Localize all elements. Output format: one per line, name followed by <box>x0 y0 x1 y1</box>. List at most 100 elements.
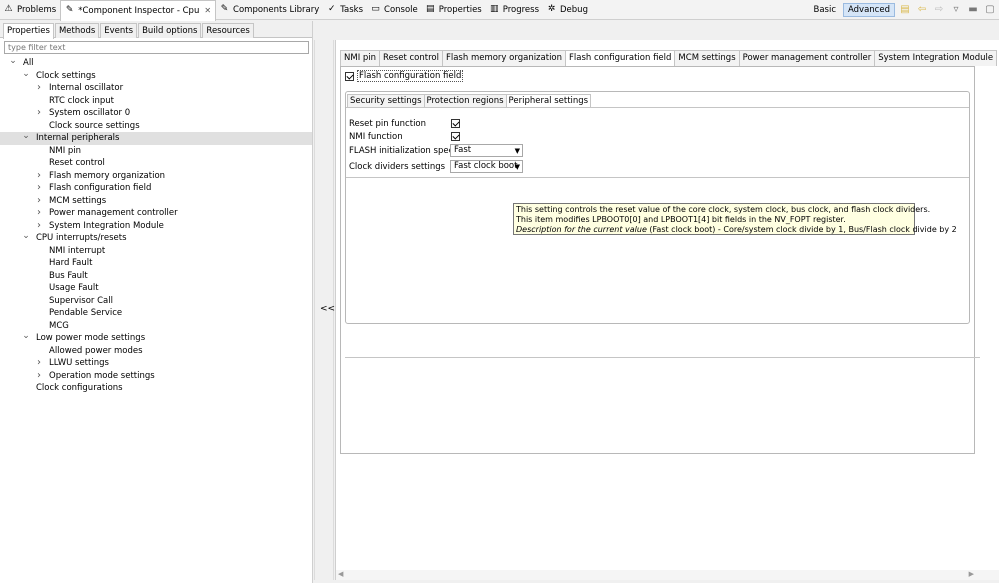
chevron-right-icon[interactable]: › <box>34 182 44 194</box>
chevron-right-icon[interactable]: › <box>34 357 44 369</box>
pane-splitter[interactable]: << <box>314 40 335 580</box>
chevron-right-icon[interactable]: › <box>34 207 44 219</box>
tab-resources[interactable]: Resources <box>202 23 254 38</box>
tree-item-power-management-controller[interactable]: › Power management controller <box>0 207 312 220</box>
view-menu-icon[interactable]: ▿ <box>949 3 963 17</box>
tree-item-low-power-mode-settings[interactable]: ⌄ Low power mode settings <box>0 332 312 345</box>
tab-flash-configuration-field[interactable]: Flash configuration field <box>565 50 676 66</box>
maximize-icon[interactable]: ▢ <box>983 3 997 17</box>
tab-build-options[interactable]: Build options <box>138 23 202 38</box>
tab-reset-control[interactable]: Reset control <box>379 50 443 66</box>
tree-item-label: System oscillator 0 <box>49 108 131 118</box>
tree-item-mcm-settings[interactable]: › MCM settings <box>0 195 312 208</box>
view-tab-properties[interactable]: ▤ Properties <box>422 0 486 20</box>
view-tab-progress[interactable]: ▥ Progress <box>486 0 543 20</box>
tree-item-flash-configuration-field[interactable]: › Flash configuration field <box>0 182 312 195</box>
chevron-down-icon[interactable]: ⌄ <box>21 69 31 79</box>
tab-properties[interactable]: Properties <box>3 23 54 39</box>
tree-item-nmi-interrupt[interactable]: NMI interrupt <box>0 245 312 258</box>
tree-item-reset-control[interactable]: Reset control <box>0 157 312 170</box>
help-area <box>345 357 980 480</box>
tree-item-label: Allowed power modes <box>49 345 143 356</box>
tree-item-clock-configurations[interactable]: Clock configurations <box>0 382 312 395</box>
basic-mode-button[interactable]: Basic <box>808 3 841 17</box>
tree-item-all[interactable]: ⌄ All <box>0 57 312 70</box>
note-icon[interactable]: ▤ <box>898 3 912 17</box>
tab-mcm-settings[interactable]: MCM settings <box>674 50 740 66</box>
close-icon[interactable]: ✕ <box>204 6 211 15</box>
view-tab-components-library[interactable]: ✎ Components Library <box>216 0 323 20</box>
flash-init-speed-label: FLASH initialization speed <box>349 146 460 156</box>
horizontal-scrollbar[interactable]: ◀ ▶ <box>336 570 999 580</box>
group-enable-checkbox[interactable] <box>345 71 354 81</box>
tree-item-mcg[interactable]: MCG <box>0 320 312 333</box>
view-tab-tasks[interactable]: ✓ Tasks <box>323 0 367 20</box>
tree-item-cpu-interrupts-resets[interactable]: ⌄ CPU interrupts/resets <box>0 232 312 245</box>
tree-item-usage-fault[interactable]: Usage Fault <box>0 282 312 295</box>
tree-item-flash-memory-organization[interactable]: › Flash memory organization <box>0 170 312 183</box>
console-icon: ▭ <box>371 4 380 14</box>
tree-item-label: LLWU settings <box>49 358 109 368</box>
properties-icon: ▤ <box>426 4 435 14</box>
tree-item-label: MCM settings <box>49 195 107 206</box>
tree-item-pendable-service[interactable]: Pendable Service <box>0 307 312 320</box>
tree-item-supervisor-call[interactable]: Supervisor Call <box>0 295 312 308</box>
reset-pin-function-checkbox[interactable] <box>451 119 460 128</box>
chevron-right-icon[interactable]: › <box>34 370 44 382</box>
collapse-button[interactable]: << <box>320 304 335 314</box>
tab-events[interactable]: Events <box>100 23 138 38</box>
tree-item-operation-mode-settings[interactable]: › Operation mode settings <box>0 370 312 383</box>
tree-item-clock-settings[interactable]: ⌄ Clock settings <box>0 69 312 83</box>
tab-system-integration-module[interactable]: System Integration Module <box>874 50 998 66</box>
minimize-icon[interactable]: ▬ <box>966 3 980 17</box>
tree-item-system-oscillator-0[interactable]: › System oscillator 0 <box>0 107 312 120</box>
back-arrow-icon[interactable]: ⇦ <box>915 3 929 17</box>
tree-item-label: NMI pin <box>49 145 82 156</box>
tasks-icon: ✓ <box>327 4 336 14</box>
tree-item-rtc-clock-input[interactable]: RTC clock input <box>0 95 312 108</box>
tree-item-internal-oscillator[interactable]: › Internal oscillator <box>0 82 312 95</box>
chevron-down-icon[interactable]: ⌄ <box>21 232 31 241</box>
tree-item-internal-peripherals[interactable]: ⌄ Internal peripherals <box>0 132 312 145</box>
debug-icon: ✲ <box>547 4 556 14</box>
scroll-left-icon[interactable]: ◀ <box>338 570 343 578</box>
chevron-right-icon[interactable]: › <box>34 82 44 94</box>
tree-item-system-integration-module[interactable]: › System Integration Module <box>0 220 312 233</box>
chevron-down-icon[interactable]: ⌄ <box>21 132 31 141</box>
advanced-mode-button[interactable]: Advanced <box>843 3 895 17</box>
filter-input[interactable] <box>4 41 309 54</box>
tree-item-nmi-pin[interactable]: NMI pin <box>0 145 312 158</box>
tree-item-allowed-power-modes[interactable]: Allowed power modes <box>0 345 312 358</box>
tab-power-management-controller[interactable]: Power management controller <box>738 50 876 66</box>
tree-item-hard-fault[interactable]: Hard Fault <box>0 257 312 270</box>
chevron-down-icon[interactable]: ⌄ <box>8 57 18 66</box>
view-tab-bar: ⚠ Problems ✎ *Component Inspector - Cpu ✕ ✎… <box>0 0 999 21</box>
chevron-right-icon[interactable]: › <box>34 195 44 207</box>
forward-arrow-icon[interactable]: ⇨ <box>932 3 946 17</box>
tree-item-bus-fault[interactable]: Bus Fault <box>0 270 312 283</box>
flash-config-field-group-toggle[interactable]: Flash configuration field <box>345 70 464 82</box>
view-tab-component-inspector[interactable]: ✎ *Component Inspector - Cpu ✕ <box>60 0 217 21</box>
nmi-function-checkbox[interactable] <box>451 132 460 141</box>
scroll-right-icon[interactable]: ▶ <box>969 570 974 578</box>
tree-item-label: Operation mode settings <box>49 370 155 381</box>
tab-nmi-pin[interactable]: NMI pin <box>340 50 381 66</box>
chevron-right-icon[interactable]: › <box>34 170 44 182</box>
flash-init-speed-select[interactable]: Fast ▼ <box>450 144 523 157</box>
view-tab-console[interactable]: ▭ Console <box>367 0 422 20</box>
tab-peripheral-settings[interactable]: Peripheral settings <box>505 94 592 108</box>
tab-methods[interactable]: Methods <box>54 23 100 38</box>
tree-item-label: Clock settings <box>36 70 96 81</box>
view-tab-debug[interactable]: ✲ Debug <box>543 0 592 20</box>
tab-flash-memory-organization[interactable]: Flash memory organization <box>441 50 567 66</box>
view-tab-problems[interactable]: ⚠ Problems <box>0 0 60 20</box>
tree-item-llwu-settings[interactable]: › LLWU settings <box>0 357 312 370</box>
chevron-down-icon[interactable]: ⌄ <box>21 332 31 341</box>
chevron-right-icon[interactable]: › <box>34 220 44 232</box>
clock-dividers-select[interactable]: Fast clock boot ▼ <box>450 160 523 173</box>
tab-protection-regions[interactable]: Protection regions <box>423 94 507 108</box>
tab-security-settings[interactable]: Security settings <box>347 94 425 108</box>
tree-item-label: Pendable Service <box>49 308 123 318</box>
chevron-right-icon[interactable]: › <box>34 107 44 119</box>
tree-item-clock-source-settings[interactable]: Clock source settings <box>0 120 312 133</box>
